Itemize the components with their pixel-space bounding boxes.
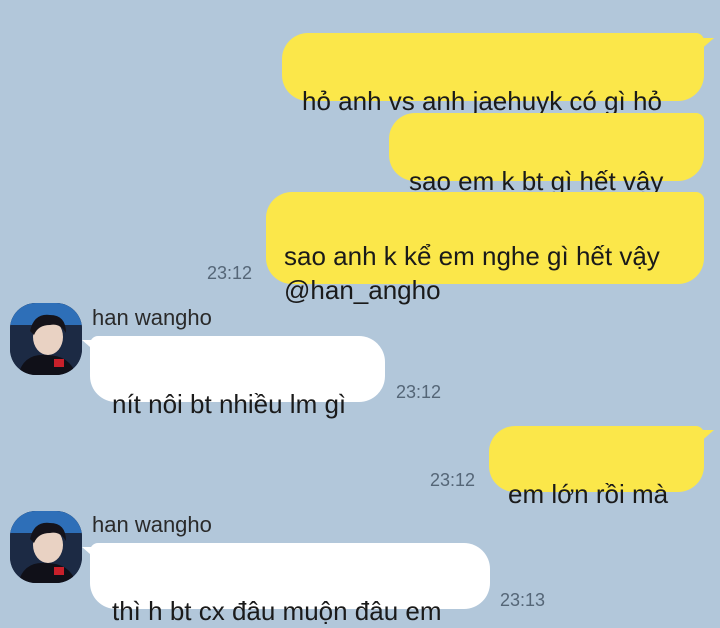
avatar-photo-icon <box>10 511 82 583</box>
avatar[interactable] <box>10 511 82 583</box>
sender-name: han wangho <box>92 305 212 330</box>
outgoing-message-bubble[interactable]: sao anh k kể em nghe gì hết vậy @han_ang… <box>266 192 704 305</box>
incoming-message-bubble[interactable]: nít nôi bt nhiều lm gì <box>90 336 385 419</box>
message-timestamp: 23:13 <box>500 590 546 610</box>
message-text: thì h bt cx đâu muộn đâu em <box>112 596 442 626</box>
avatar[interactable] <box>10 303 82 375</box>
bubble-tail <box>698 430 714 444</box>
message-text: hỏ anh vs anh jaehuyk có gì hỏ <box>302 86 662 116</box>
message-text: em lớn rồi mà <box>508 479 669 509</box>
bubble-tail <box>698 38 714 52</box>
incoming-message-bubble[interactable]: thì h bt cx đâu muộn đâu em <box>90 543 490 626</box>
avatar-photo-icon <box>10 303 82 375</box>
outgoing-message-bubble[interactable]: em lớn rồi mà <box>489 426 704 509</box>
outgoing-message-bubble[interactable]: sao em k bt gì hết vậy <box>389 113 704 196</box>
message-text: sao anh k kể em nghe gì hết vậy @han_ang… <box>284 241 660 305</box>
message-timestamp: 23:12 <box>396 382 442 402</box>
message-text: nít nôi bt nhiều lm gì <box>112 389 347 419</box>
message-timestamp: 23:12 <box>207 263 253 283</box>
message-timestamp: 23:12 <box>430 470 476 490</box>
outgoing-message-bubble[interactable]: hỏ anh vs anh jaehuyk có gì hỏ <box>282 33 704 116</box>
sender-name: han wangho <box>92 512 212 537</box>
